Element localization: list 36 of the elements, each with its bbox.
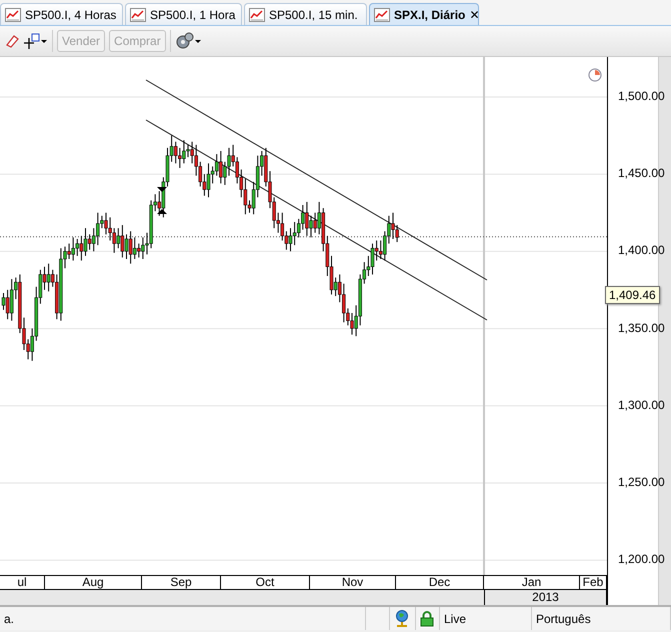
- line-chart-icon: [130, 8, 146, 22]
- price-label: 1,500.00: [618, 89, 665, 103]
- trend-line[interactable]: [146, 120, 488, 320]
- connection-status: Live: [444, 612, 466, 626]
- line-chart-icon: [5, 8, 21, 22]
- gears-icon[interactable]: [174, 32, 201, 50]
- price-label: 1,400.00: [618, 243, 665, 258]
- price-label: 1,200.00: [618, 552, 665, 566]
- month-label: ul: [0, 576, 45, 589]
- triangle-marker-icon: [157, 187, 167, 214]
- close-tab-button[interactable]: ✕: [469, 8, 480, 22]
- line-chart-icon: [249, 8, 265, 22]
- month-label: Sep: [142, 576, 221, 589]
- month-label: Oct: [221, 576, 310, 589]
- price-label: 1,300.00: [618, 398, 665, 412]
- price-label: 1,350.00: [618, 320, 665, 335]
- month-label: Aug: [45, 576, 142, 589]
- price-label: 1,450.00: [618, 166, 665, 180]
- chart-tab[interactable]: SP500.I, 15 min.: [244, 3, 367, 25]
- month-label: Jan: [484, 576, 580, 589]
- chart-tab[interactable]: SP500.I, 4 Horas: [0, 3, 123, 25]
- lock-icon: [420, 610, 434, 626]
- eraser-icon[interactable]: [4, 34, 20, 48]
- price-label: 1,250.00: [618, 475, 665, 489]
- status-message: a.: [4, 612, 14, 626]
- month-label: Nov: [310, 576, 396, 589]
- chart-tab[interactable]: SPX.I, Diário ✕: [369, 3, 479, 25]
- current-price-label: 1,409.46: [605, 286, 660, 304]
- pie-clock-icon[interactable]: [588, 68, 602, 82]
- month-label: Dec: [396, 576, 484, 589]
- line-chart-icon: [374, 8, 390, 22]
- chart-tab[interactable]: SP500.I, 1 Hora: [125, 3, 242, 25]
- crosshair-icon[interactable]: [24, 33, 48, 49]
- language-label: Português: [536, 612, 591, 626]
- network-globe-icon: [394, 610, 410, 628]
- trend-line[interactable]: [146, 80, 488, 280]
